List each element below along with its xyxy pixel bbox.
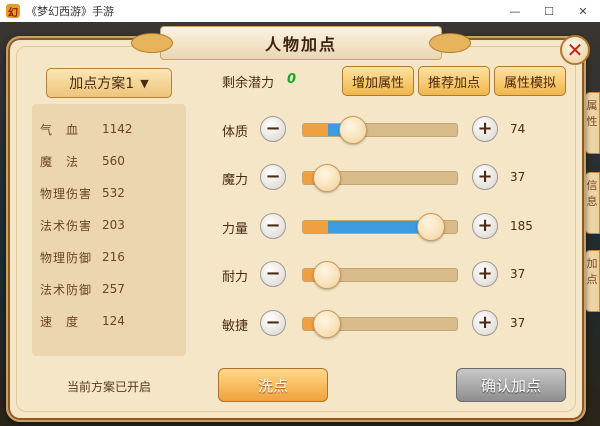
- side-tab-label: 属性: [586, 99, 598, 128]
- attribute-value: 37: [510, 170, 526, 184]
- increase-agility-button[interactable]: +: [472, 310, 498, 336]
- stat-label: 气 血: [40, 122, 80, 137]
- confirm-points-button[interactable]: 确认加点: [456, 368, 566, 402]
- decrease-strength-button[interactable]: −: [260, 213, 286, 239]
- constitution-slider-handle[interactable]: [339, 116, 367, 144]
- window-titlebar: 幻 《梦幻西游》手游 — ☐ ✕: [0, 0, 600, 23]
- minus-icon: −: [265, 312, 281, 333]
- increase-strength-button[interactable]: +: [472, 213, 498, 239]
- plus-icon: +: [477, 166, 493, 187]
- recommend-points-button[interactable]: 推荐加点: [418, 66, 490, 96]
- window-title: 《梦幻西游》手游: [26, 5, 114, 18]
- minus-icon: −: [265, 263, 281, 284]
- plus-icon: +: [477, 215, 493, 236]
- side-tab-attributes[interactable]: 属性: [584, 92, 600, 154]
- stat-label: 法术伤害: [40, 218, 93, 233]
- agility-slider-handle[interactable]: [313, 310, 341, 338]
- stat-row-phys-dmg: 物理伤害 532: [40, 183, 162, 203]
- constitution-slider-track[interactable]: [302, 123, 458, 137]
- side-tab-points[interactable]: 加点: [584, 250, 600, 312]
- minimize-button[interactable]: —: [498, 0, 532, 22]
- stat-row-magic-def: 法术防御 257: [40, 279, 162, 299]
- increase-magic-button[interactable]: +: [472, 164, 498, 190]
- side-tab-info[interactable]: 信息: [584, 172, 600, 234]
- scheme-dropdown[interactable]: 加点方案1 ▼: [46, 68, 172, 98]
- stat-label: 法术防御: [40, 282, 93, 297]
- button-label: 推荐加点: [427, 75, 480, 91]
- button-label: 增加属性: [351, 75, 404, 91]
- potential-label: 剩余潜力: [222, 76, 275, 91]
- simulate-attribute-button[interactable]: 属性模拟: [494, 66, 566, 96]
- stat-label: 物理伤害: [40, 186, 93, 201]
- plus-icon: +: [477, 118, 493, 139]
- attribute-value: 185: [510, 219, 533, 233]
- attribute-value: 74: [510, 122, 526, 136]
- stat-value: 203: [102, 218, 125, 232]
- stat-value: 1142: [102, 122, 133, 136]
- panel-close-button[interactable]: ✕: [560, 35, 590, 65]
- stat-value: 124: [102, 314, 125, 328]
- stat-value: 532: [102, 186, 125, 200]
- stat-row-hp: 气 血 1142: [40, 119, 162, 139]
- button-label: 洗点: [257, 376, 288, 395]
- base-fill: [303, 221, 328, 233]
- plus-icon: +: [477, 312, 493, 333]
- magic-slider-handle[interactable]: [313, 164, 341, 192]
- side-tab-label: 加点: [586, 257, 598, 286]
- strength-slider-handle[interactable]: [417, 213, 445, 241]
- attribute-value: 37: [510, 267, 526, 281]
- app-icon: 幻: [6, 4, 20, 19]
- add-attribute-button[interactable]: 增加属性: [342, 66, 414, 96]
- potential-value: 0: [287, 72, 297, 87]
- side-tab-label: 信息: [586, 179, 598, 208]
- attribute-label: 力量: [222, 222, 249, 237]
- plan-status-text: 当前方案已开启: [66, 380, 151, 394]
- increase-endurance-button[interactable]: +: [472, 261, 498, 287]
- button-label: 属性模拟: [503, 75, 556, 91]
- stat-row-mp: 魔 法 560: [40, 151, 162, 171]
- stat-value: 216: [102, 250, 125, 264]
- stat-row-phys-def: 物理防御 216: [40, 247, 162, 267]
- stat-label: 魔 法: [40, 154, 80, 169]
- increase-constitution-button[interactable]: +: [472, 116, 498, 142]
- stat-row-speed: 速 度 124: [40, 311, 162, 331]
- attribute-label: 魔力: [222, 173, 249, 188]
- button-label: 确认加点: [480, 376, 541, 395]
- stats-list: 气 血 1142 魔 法 560 物理伤害 532 法术伤害 203 物理防御 …: [32, 104, 186, 356]
- panel-title-banner: 人物加点: [131, 26, 471, 60]
- close-icon: ✕: [566, 38, 584, 62]
- scheme-label: 加点方案1: [69, 76, 135, 92]
- attribute-label: 体质: [222, 125, 249, 140]
- minus-icon: −: [265, 166, 281, 187]
- window-close-button[interactable]: ✕: [566, 0, 600, 22]
- base-fill: [303, 124, 328, 136]
- stat-row-magic-dmg: 法术伤害 203: [40, 215, 162, 235]
- reset-points-button[interactable]: 洗点: [218, 368, 328, 402]
- endurance-slider-handle[interactable]: [313, 261, 341, 289]
- attribute-label: 敏捷: [222, 319, 249, 334]
- stat-label: 速 度: [40, 314, 80, 329]
- window-controls: — ☐ ✕: [498, 0, 600, 22]
- minus-icon: −: [265, 118, 281, 139]
- decrease-endurance-button[interactable]: −: [260, 261, 286, 287]
- stat-label: 物理防御: [40, 250, 93, 265]
- plus-icon: +: [477, 263, 493, 284]
- panel-title: 人物加点: [264, 35, 337, 54]
- stat-value: 560: [102, 154, 125, 168]
- chevron-down-icon: ▼: [140, 76, 149, 90]
- minus-icon: −: [265, 215, 281, 236]
- decrease-agility-button[interactable]: −: [260, 310, 286, 336]
- decrease-magic-button[interactable]: −: [260, 164, 286, 190]
- stat-value: 257: [102, 282, 125, 296]
- attribute-value: 37: [510, 316, 526, 330]
- decrease-constitution-button[interactable]: −: [260, 116, 286, 142]
- attribute-label: 耐力: [222, 270, 249, 285]
- maximize-button[interactable]: ☐: [532, 0, 566, 22]
